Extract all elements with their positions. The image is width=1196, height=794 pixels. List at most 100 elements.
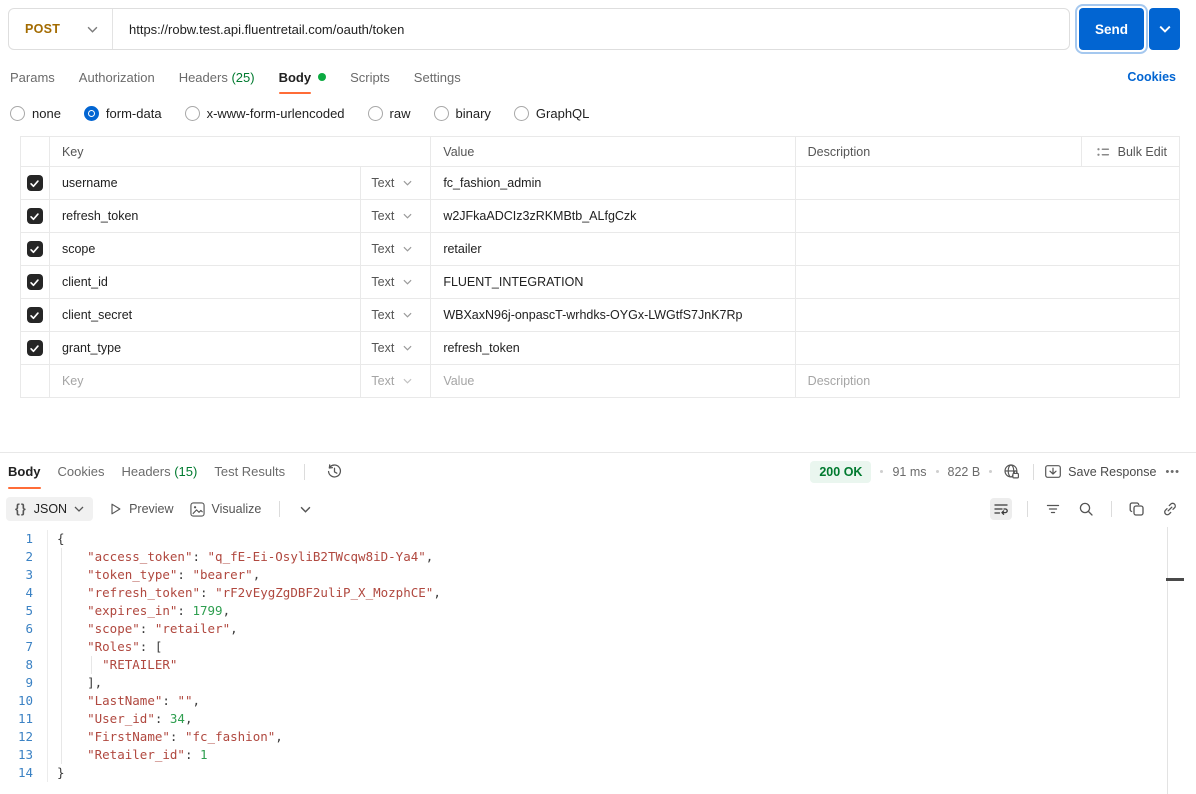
code-line: 12 "FirstName": "fc_fashion", [0,728,1196,746]
param-key-input[interactable]: client_secret [48,299,360,331]
param-description-input[interactable] [794,167,1179,199]
line-number: 4 [0,584,48,602]
param-description-input[interactable] [794,200,1179,232]
send-button[interactable]: Send [1078,8,1144,50]
param-key-input[interactable]: scope [48,233,360,265]
param-type-select[interactable]: Text [360,233,430,265]
row-enabled-checkbox[interactable] [26,208,43,224]
tab-label: Scripts [350,69,390,85]
param-description-input[interactable] [794,332,1179,364]
url-input[interactable]: https://robw.test.api.fluentretail.com/o… [113,22,1069,37]
line-number: 10 [0,692,48,710]
param-description-input[interactable] [794,266,1179,298]
param-value-input[interactable]: fc_fashion_admin [430,167,794,199]
response-format-select[interactable]: {} JSON [6,497,94,521]
param-key-input[interactable]: refresh_token [48,200,360,232]
param-type-select[interactable]: Text [360,167,430,199]
pane-resize-handle[interactable] [1166,578,1184,581]
code-line: 13 "Retailer_id": 1 [0,746,1196,764]
chevron-down-icon [300,506,311,513]
radio-icon [10,105,25,121]
radio-icon [513,105,529,121]
filter-button[interactable] [1043,499,1063,519]
search-button[interactable] [1076,499,1096,519]
method-selector[interactable]: POST [9,9,113,49]
param-type-select[interactable]: Text [360,332,430,364]
request-tab-body[interactable]: Body [278,70,327,94]
param-value-input[interactable]: Value [430,365,794,397]
radio-label: none [32,105,61,121]
line-number: 8 [0,656,48,674]
line-number: 3 [0,566,48,584]
param-type-select[interactable]: Text [360,266,430,298]
body-modified-dot-icon [318,73,327,81]
response-tab-cookies[interactable]: Cookies [58,464,105,479]
request-tab-authorization[interactable]: Authorization [79,70,155,85]
chevron-down-icon [74,506,84,512]
status-badge[interactable]: 200 OK [810,460,872,483]
preview-play-icon [111,503,121,515]
request-tab-scripts[interactable]: Scripts [350,70,390,85]
request-tab-settings[interactable]: Settings [414,70,461,85]
bulk-edit-button[interactable]: Bulk Edit [1081,137,1179,166]
param-key-input[interactable]: client_id [48,266,360,298]
response-tab-body[interactable]: Body [8,464,41,489]
param-type-select[interactable]: Text [360,200,430,232]
response-body-viewer[interactable]: 1 { 2 "access_token": "q_fE-Ei-OsyliB2TW… [0,528,1196,782]
code-line: 10 "LastName": "", [0,692,1196,710]
bulk-edit-icon [1097,147,1109,156]
body-mode-radio-binary[interactable]: binary [433,105,491,121]
indent-guide [61,548,62,764]
param-value-input[interactable]: retailer [430,233,794,265]
param-key-input[interactable]: grant_type [48,332,360,364]
code-lines: 1 { 2 "access_token": "q_fE-Ei-OsyliB2TW… [0,530,1196,782]
divider [1027,501,1028,517]
response-tab-test-results[interactable]: Test Results [214,464,285,479]
radio-icon [184,105,200,121]
body-mode-radio-raw[interactable]: raw [367,105,411,121]
row-enabled-checkbox[interactable] [26,340,43,356]
response-tab-headers[interactable]: Headers (15) [121,464,197,479]
param-value-input[interactable]: refresh_token [430,332,794,364]
wrap-text-button[interactable] [990,498,1012,520]
chevron-down-icon [403,246,412,252]
visualize-button[interactable]: Visualize [189,501,261,517]
dot-separator [880,470,884,473]
link-button[interactable] [1160,499,1180,519]
tab-label: Headers (15) [121,464,198,479]
param-value-input[interactable]: FLUENT_INTEGRATION [430,266,794,298]
param-description-input[interactable]: Description [794,365,1179,397]
param-key-input[interactable]: username [48,167,360,199]
line-number: 13 [0,746,48,764]
send-options-button[interactable] [1149,8,1180,50]
body-mode-radio-none[interactable]: none [10,105,61,121]
request-tab-headers[interactable]: Headers (25) [179,70,255,85]
preview-button[interactable]: Preview [109,502,174,516]
row-enabled-checkbox[interactable] [26,307,43,323]
param-type-select[interactable]: Text [360,299,430,331]
code-line: 14 } [0,764,1196,782]
tab-label: Params [10,69,55,85]
copy-icon [1129,502,1144,516]
body-mode-radio-x-www-form-urlencoded[interactable]: x-www-form-urlencoded [184,105,345,121]
network-info-button[interactable] [1001,461,1022,482]
response-toolbar: {} JSON Preview Visualize [0,490,1196,528]
param-key-input[interactable]: Key [48,365,360,397]
format-options-button[interactable] [298,504,313,515]
response-history-button[interactable] [324,461,345,482]
param-description-input[interactable] [794,233,1179,265]
body-mode-radio-graphql[interactable]: GraphQL [513,105,589,121]
row-enabled-checkbox[interactable] [26,175,43,191]
param-type-select[interactable]: Text [360,365,430,397]
param-description-input[interactable] [794,299,1179,331]
request-tab-params[interactable]: Params [10,70,55,85]
row-enabled-checkbox[interactable] [26,274,43,290]
cookies-link[interactable]: Cookies [1127,70,1176,84]
copy-button[interactable] [1127,499,1147,519]
save-response-button[interactable]: Save Response [1045,465,1156,479]
row-enabled-checkbox[interactable] [26,241,43,257]
param-value-input[interactable]: w2JFkaADCIz3zRKMBtb_ALfgCzk [430,200,794,232]
response-more-button[interactable]: ••• [1165,466,1180,478]
param-value-input[interactable]: WBXaxN96j-onpascT-wrhdks-OYGx-LWGtfS7JnK… [430,299,794,331]
body-mode-radio-form-data[interactable]: form-data [83,105,162,121]
